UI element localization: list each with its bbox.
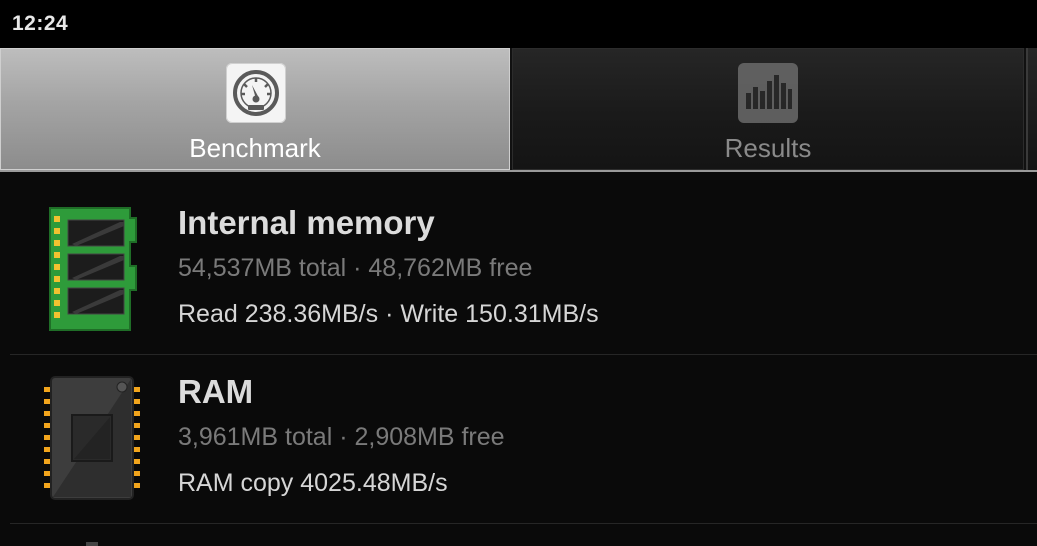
divider — [10, 523, 1037, 524]
tab-overflow-edge — [1026, 48, 1037, 170]
item-summary: 3,961MB total · 2,908MB free — [178, 423, 505, 451]
bar-chart-icon — [738, 63, 798, 123]
next-item-icon-peek — [86, 542, 98, 546]
status-bar: 12:24 — [0, 0, 1037, 48]
chip-icon — [44, 373, 144, 503]
tab-results[interactable]: Results — [512, 48, 1024, 170]
list-item-internal-memory[interactable]: Internal memory 54,537MB total · 48,762M… — [0, 186, 1037, 355]
item-title: RAM — [178, 373, 254, 410]
tab-benchmark-label: Benchmark — [189, 133, 321, 163]
memory-module-icon — [44, 204, 144, 334]
item-detail: Read 238.36MB/s · Write 150.31MB/s — [178, 300, 599, 328]
tab-bar: Benchmark Results — [0, 48, 1037, 172]
status-time: 12:24 — [12, 12, 69, 35]
speedometer-icon — [226, 63, 286, 123]
benchmark-list: Internal memory 54,537MB total · 48,762M… — [0, 172, 1037, 546]
tab-benchmark[interactable]: Benchmark — [0, 48, 510, 170]
item-detail: RAM copy 4025.48MB/s — [178, 469, 448, 497]
tab-results-label: Results — [724, 133, 812, 163]
list-item-ram[interactable]: RAM 3,961MB total · 2,908MB free RAM cop… — [0, 355, 1037, 524]
item-title: Internal memory — [178, 204, 435, 241]
item-summary: 54,537MB total · 48,762MB free — [178, 254, 533, 282]
